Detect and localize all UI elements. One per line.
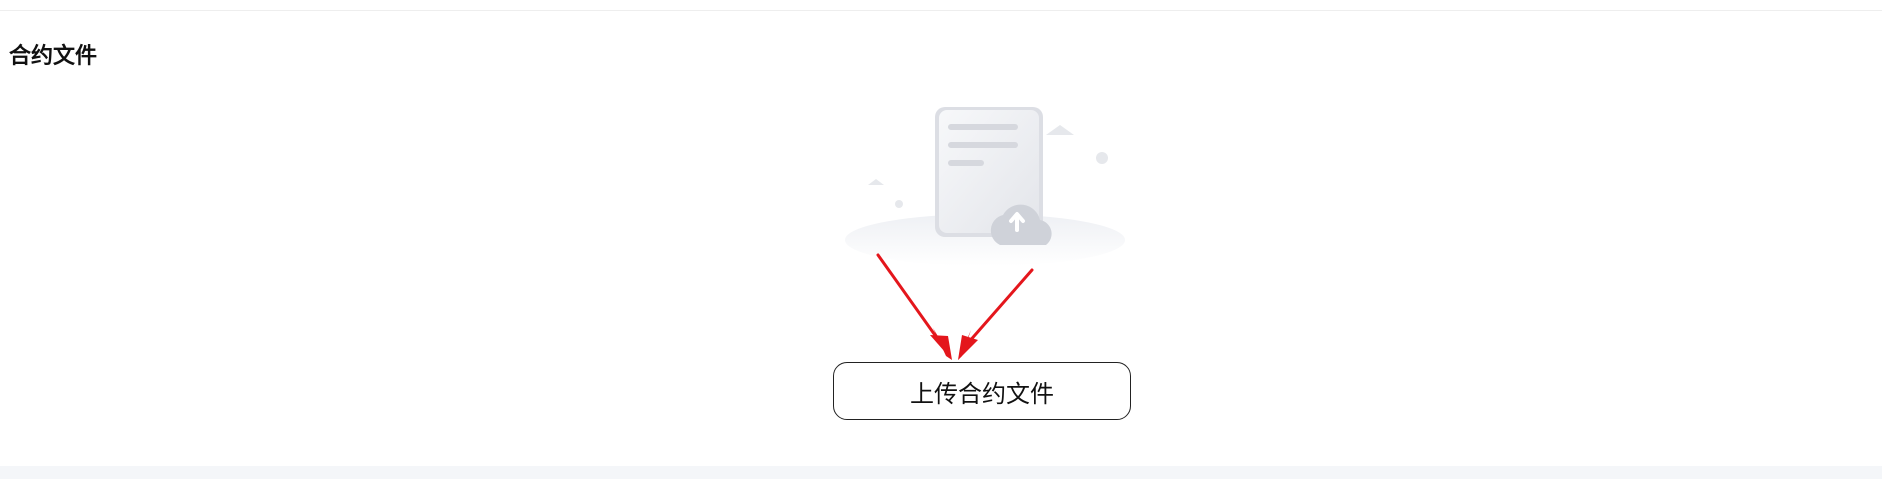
section-title: 合约文件 bbox=[9, 44, 98, 69]
upload-contract-file-button[interactable]: 上传合约文件 bbox=[833, 362, 1131, 420]
red-arrows-icon bbox=[876, 253, 1034, 360]
bottom-background-band bbox=[0, 466, 1882, 479]
top-divider bbox=[0, 10, 1882, 11]
contract-files-page: 合约文件 上传合约文件 bbox=[0, 0, 1882, 479]
document-upload-cloud-icon bbox=[845, 107, 1125, 266]
